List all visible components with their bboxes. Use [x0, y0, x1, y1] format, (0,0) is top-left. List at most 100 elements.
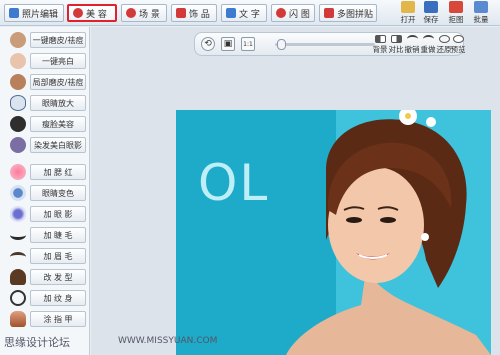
sidebar-item-eyebrow[interactable]: 加 眉 毛 — [0, 248, 90, 264]
tab-label: 饰 品 — [189, 9, 210, 20]
face-local-icon — [10, 74, 26, 90]
tool-label: 保存 — [423, 15, 439, 24]
tab-flash[interactable]: 闪 图 — [271, 4, 315, 22]
sidebar-item-label[interactable]: 加 睫 毛 — [30, 227, 86, 243]
rotate-icon[interactable]: ⟲ — [201, 37, 215, 51]
sidebar-item-label[interactable]: 加 腮 红 — [30, 164, 86, 180]
eyeshadow-icon — [10, 206, 26, 222]
sidebar-item-eyelash[interactable]: 加 睫 毛 — [0, 227, 90, 243]
sidebar-item-blush[interactable]: 加 腮 红 — [0, 164, 90, 180]
zoom-slider-thumb[interactable] — [277, 39, 286, 50]
bow-icon — [176, 8, 186, 18]
compare-icon — [390, 35, 402, 43]
tab-text[interactable]: 文 字 — [221, 4, 267, 22]
tool-label: 打开 — [400, 15, 416, 24]
sidebar-item-label[interactable]: 一键亮白 — [30, 53, 86, 69]
nail-icon — [10, 311, 26, 327]
tool-label: 批量 — [473, 15, 489, 24]
tab-label: 文 字 — [239, 9, 260, 20]
tab-label: 多图拼贴 — [337, 9, 374, 20]
canvas-area: ⟲ ▣ 1:1 背景 对比 撤销 重做 还原 预览 OL — [91, 27, 500, 355]
blush-icon — [10, 164, 26, 180]
save-button[interactable]: 保存 — [421, 1, 441, 25]
photo-edit-icon — [9, 8, 19, 18]
text-t-icon — [226, 8, 236, 18]
tab-scene[interactable]: 场 景 — [121, 4, 167, 22]
watermark-left: 思缘设计论坛 — [4, 336, 70, 349]
tab-label: 场 景 — [139, 9, 160, 20]
watermark-right: WWW.MISSYUAN.COM — [118, 336, 218, 346]
face-thin-icon — [10, 116, 26, 132]
photo-preview[interactable]: OL — [176, 110, 491, 355]
eye-enlarge-icon — [10, 95, 26, 111]
sidebar-item-hairstyle[interactable]: 改 发 型 — [0, 269, 90, 285]
save-icon — [424, 1, 438, 13]
beauty-sidebar: 一键磨皮/祛痘 一键亮白 局部磨皮/祛痘 眼睛放大 瘦脸美容 染发美白眼影 加 … — [0, 27, 90, 355]
sidebar-item-eye-color[interactable]: 眼睛变色 — [0, 185, 90, 201]
control-label: 撤销 — [404, 45, 420, 54]
pigment-icon — [10, 137, 26, 153]
sidebar-item-face-thin[interactable]: 瘦脸美容 — [0, 116, 90, 132]
sidebar-item-local-smooth[interactable]: 局部磨皮/祛痘 — [0, 74, 90, 90]
undo-icon — [406, 35, 418, 43]
sidebar-item-pigment[interactable]: 染发美白眼影 — [0, 137, 90, 153]
view-control-bar: ⟲ ▣ 1:1 背景 对比 撤销 重做 还原 预览 — [194, 32, 467, 56]
open-button[interactable]: 打开 — [398, 1, 418, 25]
control-label: 重做 — [420, 45, 436, 54]
sidebar-item-smooth[interactable]: 一键磨皮/祛痘 — [0, 32, 90, 48]
sidebar-item-tattoo[interactable]: 加 纹 身 — [0, 290, 90, 306]
face-smooth-icon — [10, 32, 26, 48]
tab-label: 美 容 — [86, 9, 107, 20]
sidebar-item-eyeshadow[interactable]: 加 眼 影 — [0, 206, 90, 222]
flash-icon — [276, 8, 286, 18]
tool-label: 拒图 — [448, 15, 464, 24]
eyelash-icon — [10, 230, 26, 240]
sidebar-item-label[interactable]: 眼睛放大 — [30, 95, 86, 111]
sidebar-item-label[interactable]: 涂 指 甲 — [30, 311, 86, 327]
top-toolbar: 照片编辑 美 容 场 景 饰 品 文 字 闪 图 多图拼贴 打开 保存 拒图 批… — [0, 0, 500, 26]
sidebar-item-label[interactable]: 瘦脸美容 — [30, 116, 86, 132]
sidebar-item-label[interactable]: 一键磨皮/祛痘 — [30, 32, 86, 48]
batch-icon — [474, 1, 488, 13]
tab-label: 照片编辑 — [22, 9, 59, 20]
sidebar-item-label[interactable]: 加 纹 身 — [30, 290, 86, 306]
sidebar-item-label[interactable]: 染发美白眼影 — [30, 137, 86, 153]
control-label: 背景 — [372, 45, 388, 54]
hairstyle-icon — [10, 269, 26, 285]
control-label: 对比 — [388, 45, 404, 54]
zoom-slider-track[interactable] — [275, 43, 375, 46]
sidebar-item-label[interactable]: 加 眼 影 — [30, 206, 86, 222]
tattoo-icon — [10, 290, 26, 306]
crop-button[interactable]: 拒图 — [446, 1, 466, 25]
scene-icon — [126, 8, 136, 18]
sidebar-item-label[interactable]: 局部磨皮/祛痘 — [30, 74, 86, 90]
fit-icon[interactable]: ▣ — [221, 37, 235, 51]
control-label: 预览 — [450, 45, 466, 54]
tab-accessory[interactable]: 饰 品 — [171, 4, 217, 22]
portrait-figure — [286, 110, 491, 355]
sidebar-item-eye-enlarge[interactable]: 眼睛放大 — [0, 95, 90, 111]
eyebrow-icon — [10, 252, 26, 262]
sidebar-item-whiten[interactable]: 一键亮白 — [0, 53, 90, 69]
tab-photo-edit[interactable]: 照片编辑 — [4, 4, 64, 22]
sidebar-item-label[interactable]: 加 眉 毛 — [30, 248, 86, 264]
folder-icon — [401, 1, 415, 13]
background-icon — [374, 35, 386, 43]
face-white-icon — [10, 53, 26, 69]
tab-collage[interactable]: 多图拼贴 — [319, 4, 377, 22]
tab-label: 闪 图 — [289, 9, 310, 20]
crop-icon — [449, 1, 463, 13]
sidebar-item-label[interactable]: 改 发 型 — [30, 269, 86, 285]
beauty-icon — [73, 8, 83, 18]
batch-button[interactable]: 批量 — [471, 1, 491, 25]
preview-button[interactable]: 预览 — [449, 35, 467, 55]
ratio-button[interactable]: 1:1 — [241, 37, 255, 51]
sidebar-item-label[interactable]: 眼睛变色 — [30, 185, 86, 201]
eye-color-icon — [10, 185, 26, 201]
tab-beauty[interactable]: 美 容 — [67, 4, 117, 22]
restore-icon — [438, 35, 450, 43]
preview-icon — [452, 35, 464, 43]
sidebar-item-nail[interactable]: 涂 指 甲 — [0, 311, 90, 327]
redo-icon — [422, 35, 434, 43]
collage-icon — [324, 8, 334, 18]
